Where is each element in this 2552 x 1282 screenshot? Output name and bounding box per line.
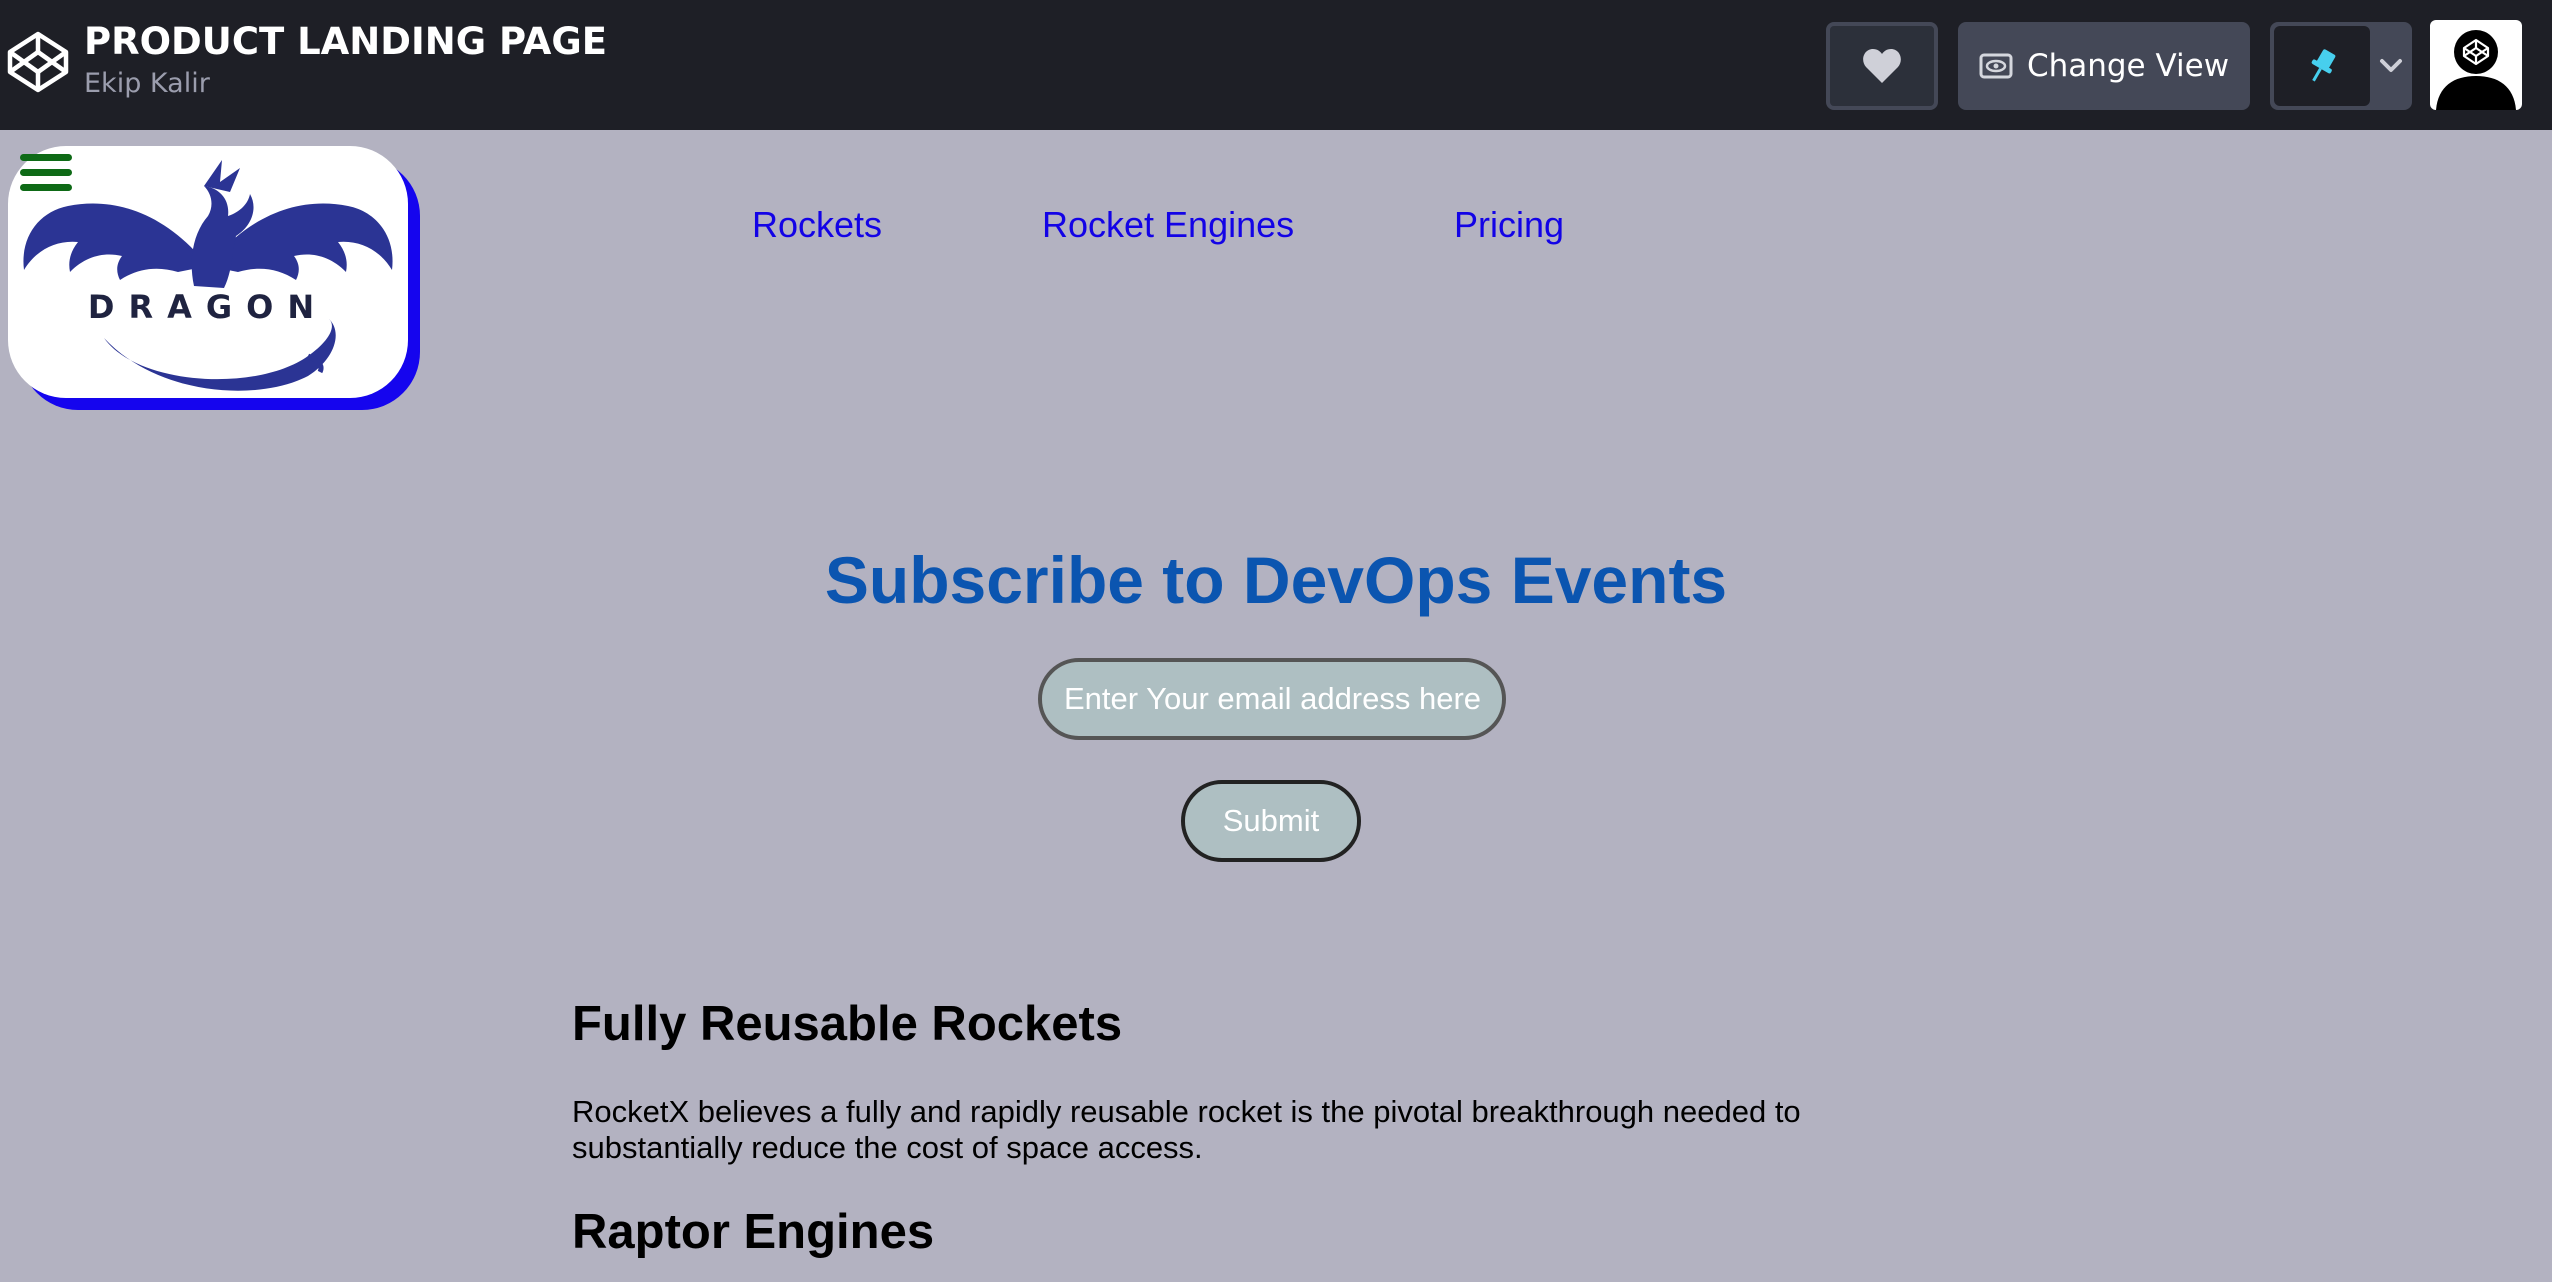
logo-text: DRAGON: [88, 288, 328, 326]
section-title-raptor-engines: Raptor Engines: [572, 1205, 935, 1259]
nav-link-rocket-engines[interactable]: Rocket Engines: [1042, 204, 1294, 246]
pin-button-group: [2270, 22, 2412, 110]
pen-author[interactable]: Ekip Kalir: [84, 68, 210, 99]
codepen-logo-icon[interactable]: [6, 30, 70, 94]
section-title-reusable-rockets: Fully Reusable Rockets: [572, 997, 1123, 1051]
hamburger-menu-button[interactable]: [20, 154, 72, 196]
hamburger-bar: [20, 184, 72, 191]
user-avatar[interactable]: [2430, 20, 2522, 110]
email-input[interactable]: [1038, 658, 1506, 740]
pin-icon: [2311, 49, 2336, 82]
hamburger-bar: [20, 169, 72, 176]
pin-options-button[interactable]: [2374, 26, 2408, 106]
codepen-topbar: PRODUCT LANDING PAGE Ekip Kalir Change V…: [0, 0, 2552, 130]
change-view-button[interactable]: Change View: [1958, 22, 2250, 110]
chevron-down-icon: [2380, 59, 2402, 72]
submit-button[interactable]: Submit: [1181, 780, 1361, 862]
like-button[interactable]: [1826, 22, 1938, 110]
section-text-reusable-rockets: RocketX believes a fully and rapidly reu…: [572, 1094, 1801, 1165]
heart-icon: [1863, 49, 1901, 83]
nav-link-rockets[interactable]: Rockets: [752, 204, 882, 246]
nav-link-pricing[interactable]: Pricing: [1454, 204, 1564, 246]
pen-title: PRODUCT LANDING PAGE: [84, 20, 607, 63]
subscribe-title: Subscribe to DevOps Events: [824, 543, 1728, 617]
hamburger-bar: [20, 154, 72, 161]
eye-icon: [1979, 53, 2013, 79]
avatar-icon: [2436, 30, 2516, 110]
pin-button[interactable]: [2274, 26, 2370, 106]
change-view-label: Change View: [2026, 48, 2230, 84]
